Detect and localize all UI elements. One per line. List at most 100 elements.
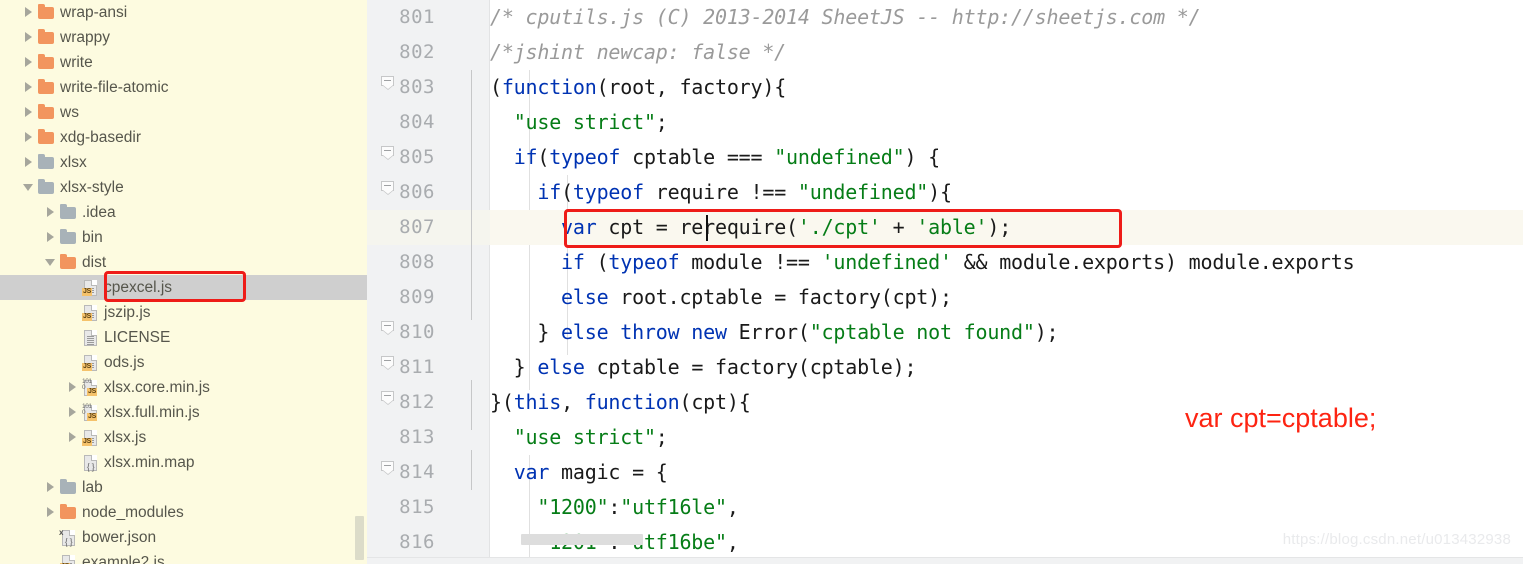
fold-marker-icon[interactable] <box>381 146 396 161</box>
code-line[interactable]: 803 (function(root, factory){ <box>367 70 1523 105</box>
chevron-right-icon[interactable] <box>22 156 35 169</box>
tree-item-selected[interactable]: JS cpexcel.js <box>0 275 367 300</box>
line-number: 812 <box>399 391 435 413</box>
file-js-icon: JS <box>82 305 99 321</box>
chevron-right-icon[interactable] <box>44 506 57 519</box>
tree-item[interactable]: xlsx-style <box>0 175 367 200</box>
code-text: else root.cptable = factory(cpt); <box>561 285 952 309</box>
tree-item[interactable]: xdg-basedir <box>0 125 367 150</box>
tree-item[interactable]: JS example2.js <box>0 550 367 564</box>
line-number: 807 <box>399 216 435 238</box>
chevron-down-icon[interactable] <box>44 256 57 269</box>
project-tree-panel[interactable]: wrap-ansi wrappy write write-file-atomic ws x… <box>0 0 367 564</box>
tree-item[interactable]: dist <box>0 250 367 275</box>
line-number: 813 <box>399 426 435 448</box>
tree-item-label: .idea <box>82 204 116 221</box>
fold-marker-icon[interactable] <box>381 461 396 476</box>
fold-marker-icon[interactable] <box>381 321 396 336</box>
tree-item[interactable]: LICENSE <box>0 325 367 350</box>
fold-connector-line <box>471 70 472 320</box>
tree-item[interactable]: ws <box>0 100 367 125</box>
tree-item[interactable]: xlsx <box>0 150 367 175</box>
fold-marker-icon[interactable] <box>381 181 396 196</box>
tree-item[interactable]: bin <box>0 225 367 250</box>
folder-orange-icon <box>60 254 77 270</box>
code-line[interactable]: 807 var cpt = rerequire('./cpt' + 'able'… <box>367 210 1523 245</box>
line-number: 806 <box>399 181 435 203</box>
tree-item-label: ws <box>60 104 79 121</box>
tree-item-label: lab <box>82 479 103 496</box>
chevron-right-icon[interactable] <box>44 231 57 244</box>
code-line[interactable]: 810 } else throw new Error("cptable not … <box>367 315 1523 350</box>
chevron-down-icon[interactable] <box>22 181 35 194</box>
code-line[interactable]: 805 if(typeof cptable === "undefined") { <box>367 140 1523 175</box>
tree-item-label: node_modules <box>82 504 184 521</box>
chevron-right-icon[interactable] <box>66 381 79 394</box>
code-text: if (typeof module !== 'undefined' && mod… <box>561 250 1355 274</box>
chevron-right-icon[interactable] <box>22 6 35 19</box>
file-text-icon <box>82 330 99 346</box>
code-line[interactable]: 815 "1200":"utf16le", <box>367 490 1523 525</box>
file-js-min-icon: 101 0 JS <box>82 378 97 396</box>
code-line[interactable]: 802 /*jshint newcap: false */ <box>367 35 1523 70</box>
tree-item-label: LICENSE <box>104 329 171 346</box>
code-line[interactable]: 809 else root.cptable = factory(cpt); <box>367 280 1523 315</box>
tree-item[interactable]: write <box>0 50 367 75</box>
line-number: 810 <box>399 321 435 343</box>
tree-item[interactable]: wrappy <box>0 25 367 50</box>
tree-item[interactable]: {} xlsx.min.map <box>0 450 367 475</box>
text-caret <box>706 215 709 241</box>
chevron-right-icon[interactable] <box>22 31 35 44</box>
fold-marker-icon[interactable] <box>381 76 396 91</box>
line-number: 802 <box>399 41 435 63</box>
chevron-right-icon[interactable] <box>22 81 35 94</box>
tree-item[interactable]: {} x bower.json <box>0 525 367 550</box>
folder-gray-icon <box>38 154 55 170</box>
chevron-right-icon[interactable] <box>44 206 57 219</box>
code-text: }(this, function(cpt){ <box>490 390 751 414</box>
code-text: /*jshint newcap: false */ <box>490 40 787 64</box>
code-text: var cpt = rerequire('./cpt' + 'able'); <box>561 215 1012 239</box>
tree-item[interactable]: 101 0 JS xlsx.core.min.js <box>0 375 367 400</box>
chevron-right-icon[interactable] <box>66 431 79 444</box>
tree-item-label: write-file-atomic <box>60 79 169 96</box>
tree-item[interactable]: JS ods.js <box>0 350 367 375</box>
tree-item[interactable]: JS xlsx.js <box>0 425 367 450</box>
tree-item[interactable]: JS jszip.js <box>0 300 367 325</box>
sidebar-vertical-scrollbar[interactable] <box>355 516 364 560</box>
code-editor[interactable]: 801 /* cputils.js (C) 2013-2014 SheetJS -… <box>367 0 1523 564</box>
file-js-icon: JS <box>82 280 99 296</box>
code-line[interactable]: 811 } else cptable = factory(cptable); <box>367 350 1523 385</box>
folder-orange-icon <box>38 29 55 45</box>
tree-item[interactable]: lab <box>0 475 367 500</box>
line-number: 804 <box>399 111 435 133</box>
line-number: 816 <box>399 531 435 553</box>
tree-item[interactable]: write-file-atomic <box>0 75 367 100</box>
tree-item-label: bower.json <box>82 529 157 546</box>
tree-item[interactable]: node_modules <box>0 500 367 525</box>
file-js-icon: JS <box>60 555 77 564</box>
folder-gray-icon <box>38 179 55 195</box>
editor-horizontal-scrollbar[interactable] <box>521 534 643 545</box>
chevron-right-icon[interactable] <box>66 406 79 419</box>
chevron-right-icon[interactable] <box>22 106 35 119</box>
chevron-right-icon[interactable] <box>22 56 35 69</box>
tree-item[interactable]: 101 0 JS xlsx.full.min.js <box>0 400 367 425</box>
fold-marker-icon[interactable] <box>381 391 396 406</box>
code-line[interactable]: 808 if (typeof module !== 'undefined' &&… <box>367 245 1523 280</box>
code-line[interactable]: 814 var magic = { <box>367 455 1523 490</box>
line-number: 811 <box>399 356 435 378</box>
folder-orange-icon <box>38 54 55 70</box>
chevron-right-icon[interactable] <box>22 131 35 144</box>
tree-item[interactable]: wrap-ansi <box>0 0 367 25</box>
code-text: var magic = { <box>513 460 668 484</box>
fold-marker-icon[interactable] <box>381 356 396 371</box>
tree-item[interactable]: .idea <box>0 200 367 225</box>
project-tree[interactable]: wrap-ansi wrappy write write-file-atomic ws x… <box>0 0 367 564</box>
code-text: "use strict"; <box>513 110 668 134</box>
code-text: "use strict"; <box>513 425 668 449</box>
code-line[interactable]: 804 "use strict"; <box>367 105 1523 140</box>
chevron-right-icon[interactable] <box>44 481 57 494</box>
code-line[interactable]: 806 if(typeof require !== "undefined"){ <box>367 175 1523 210</box>
code-line[interactable]: 801 /* cputils.js (C) 2013-2014 SheetJS -… <box>367 0 1523 35</box>
